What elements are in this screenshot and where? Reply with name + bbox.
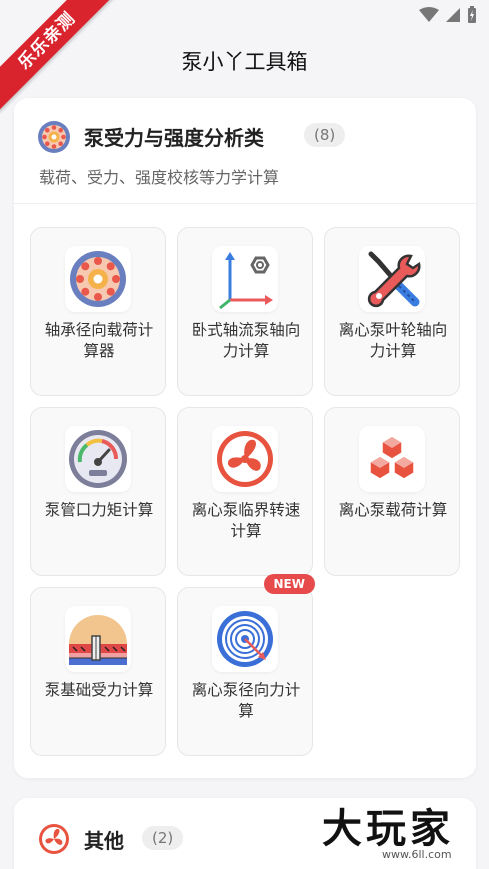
tool-tile-foundation-force[interactable]: 泵基础受力计算 (30, 587, 166, 756)
tool-tile-impeller-axial-force[interactable]: 离心泵叶轮轴向力计算 (324, 227, 460, 396)
tool-label: 离心泵叶轮轴向力计算 (338, 321, 448, 360)
app-title: 泵小丫工具箱 (181, 50, 308, 74)
tool-tile-bearing-radial-load[interactable]: 轴承径向载荷计算器 (30, 227, 166, 396)
bearing-icon (70, 251, 126, 307)
foundation-icon (69, 615, 127, 665)
tool-label: 泵管口力矩计算 (44, 501, 154, 519)
tool-tile-axial-flow-pump-axial-force[interactable]: 卧式轴流泵轴向力计算 (177, 227, 313, 396)
tool-label: 泵基础受力计算 (44, 681, 154, 699)
watermark-text: 大玩家 (322, 806, 454, 852)
signal-icon (446, 8, 460, 22)
wrench-screwdriver-icon (367, 251, 421, 308)
fan-icon (39, 824, 69, 854)
tool-tile-radial-force[interactable]: NEW 离心泵径向力计算 (177, 574, 315, 756)
bearing-icon (38, 121, 70, 153)
other-category-count-badge: (2) (142, 826, 184, 850)
tool-tile-load-calc[interactable]: 离心泵载荷计算 (324, 407, 460, 576)
other-category-title: 其他 (84, 829, 124, 853)
category-count-badge: (8) (304, 123, 346, 147)
tool-label: 离心泵径向力计算 (191, 681, 301, 720)
category-description: 载荷、受力、强度校核等力学计算 (39, 168, 280, 187)
new-badge: NEW (263, 574, 315, 594)
target-icon (217, 611, 273, 667)
cubes-icon (369, 435, 415, 480)
tool-label: 离心泵载荷计算 (338, 501, 448, 519)
tool-label: 卧式轴流泵轴向力计算 (191, 321, 301, 360)
category-header[interactable]: 泵受力与强度分析类 (8) 载荷、受力、强度校核等力学计算 (14, 98, 476, 204)
tool-tile-critical-speed[interactable]: 离心泵临界转速计算 (177, 407, 313, 576)
tool-label: 轴承径向载荷计算器 (44, 321, 154, 360)
watermark-url: www.6ll.com (382, 848, 452, 861)
fan-icon (217, 431, 273, 487)
watermark: 大玩家 www.6ll.com (322, 796, 489, 869)
category-card: 泵受力与强度分析类 (8) 载荷、受力、强度校核等力学计算 轴承径向载荷计算器 (14, 98, 476, 778)
tool-label: 离心泵临界转速计算 (191, 501, 301, 540)
wifi-icon (419, 7, 439, 22)
gauge-icon (69, 430, 127, 488)
axis-force-icon (219, 252, 273, 310)
category-title: 泵受力与强度分析类 (84, 126, 264, 150)
tool-tile-nozzle-moment[interactable]: 泵管口力矩计算 (30, 407, 166, 576)
battery-charging-icon (468, 6, 476, 23)
